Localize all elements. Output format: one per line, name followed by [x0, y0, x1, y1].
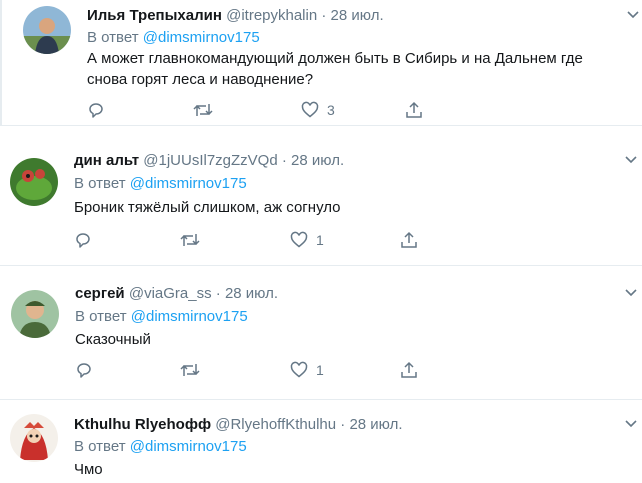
- tweet[interactable]: дин альт @1jUUsIl7zgZzVQd · 28 июл. В от…: [0, 126, 642, 266]
- retweet-icon: [193, 104, 213, 116]
- heart-icon: [290, 231, 308, 248]
- tweet-text: Чмо: [74, 461, 103, 478]
- tweet-actions: 3: [87, 99, 427, 121]
- reply-icon: [76, 233, 90, 248]
- chevron-down-icon[interactable]: [624, 155, 638, 165]
- chevron-down-icon[interactable]: [626, 10, 640, 20]
- heart-icon: [290, 361, 308, 378]
- reply-mention-link[interactable]: @dimsmirnov175: [131, 308, 248, 325]
- separator-dot: ·: [281, 152, 287, 169]
- tweet-actions: 1: [74, 229, 417, 251]
- tweet-date[interactable]: 28 июл.: [291, 152, 344, 169]
- share-icon: [401, 361, 417, 378]
- share-button[interactable]: [400, 359, 418, 381]
- tweet-text: Сказочный: [75, 331, 151, 348]
- retweet-icon: [180, 234, 200, 246]
- share-icon: [401, 231, 417, 248]
- reply-prefix: В ответ: [74, 438, 126, 455]
- tweet-text: А может главнокомандующий должен быть в …: [87, 50, 583, 88]
- like-button[interactable]: 3: [301, 99, 335, 121]
- author-name[interactable]: Илья Трепыхалин: [87, 7, 222, 24]
- separator-dot: ·: [321, 7, 327, 24]
- reply-button[interactable]: [87, 99, 105, 121]
- avatar[interactable]: [10, 158, 58, 206]
- tweet-text: Броник тяжёлый слишком, аж согнуло: [74, 199, 341, 216]
- tweet-actions: 1: [75, 359, 418, 381]
- tweet-date[interactable]: 28 июл.: [225, 285, 278, 302]
- separator-dot: ·: [215, 285, 221, 302]
- reply-feed: Илья Трепыхалин @itrepykhalin · 28 июл. …: [0, 0, 642, 483]
- author-handle[interactable]: @itrepykhalin: [226, 7, 317, 24]
- chevron-down-icon[interactable]: [624, 419, 638, 429]
- like-count: 1: [316, 362, 324, 378]
- reply-prefix: В ответ: [74, 175, 126, 192]
- reply-mention-link[interactable]: @dimsmirnov175: [143, 29, 260, 46]
- share-icon: [406, 101, 422, 118]
- avatar[interactable]: [11, 290, 59, 338]
- chevron-down-icon[interactable]: [624, 288, 638, 298]
- tweet[interactable]: Илья Трепыхалин @itrepykhalin · 28 июл. …: [0, 0, 642, 126]
- tweet-date[interactable]: 28 июл.: [349, 416, 402, 433]
- author-handle[interactable]: @1jUUsIl7zgZzVQd: [143, 152, 277, 169]
- share-button[interactable]: [400, 229, 418, 251]
- retweet-icon: [180, 364, 200, 376]
- tweet[interactable]: сергей @viaGra_ss · 28 июл. В ответ @dim…: [0, 266, 642, 400]
- retweet-button[interactable]: [180, 229, 200, 251]
- reply-prefix: В ответ: [87, 29, 139, 46]
- reply-icon: [89, 103, 103, 118]
- avatar[interactable]: [23, 6, 71, 54]
- tweet[interactable]: Kthulhu Rlyehoфф @RlyehoffKthulhu · 28 и…: [0, 400, 642, 483]
- separator-dot: ·: [340, 416, 346, 433]
- reply-mention-link[interactable]: @dimsmirnov175: [130, 175, 247, 192]
- retweet-button[interactable]: [193, 99, 213, 121]
- retweet-button[interactable]: [180, 359, 200, 381]
- like-button[interactable]: 1: [290, 229, 324, 251]
- author-name[interactable]: сергей: [75, 285, 125, 302]
- like-count: 3: [327, 102, 335, 118]
- reply-prefix: В ответ: [75, 308, 127, 325]
- heart-icon: [301, 101, 319, 118]
- reply-icon: [77, 363, 91, 378]
- avatar[interactable]: [10, 414, 58, 462]
- reply-mention-link[interactable]: @dimsmirnov175: [130, 438, 247, 455]
- author-name[interactable]: Kthulhu Rlyehoфф: [74, 416, 211, 433]
- author-handle[interactable]: @RlyehoffKthulhu: [215, 416, 336, 433]
- reply-button[interactable]: [75, 359, 93, 381]
- like-count: 1: [316, 232, 324, 248]
- author-handle[interactable]: @viaGra_ss: [129, 285, 212, 302]
- tweet-date[interactable]: 28 июл.: [331, 7, 384, 24]
- share-button[interactable]: [405, 99, 423, 121]
- reply-button[interactable]: [74, 229, 92, 251]
- like-button[interactable]: 1: [290, 359, 324, 381]
- author-name[interactable]: дин альт: [74, 152, 139, 169]
